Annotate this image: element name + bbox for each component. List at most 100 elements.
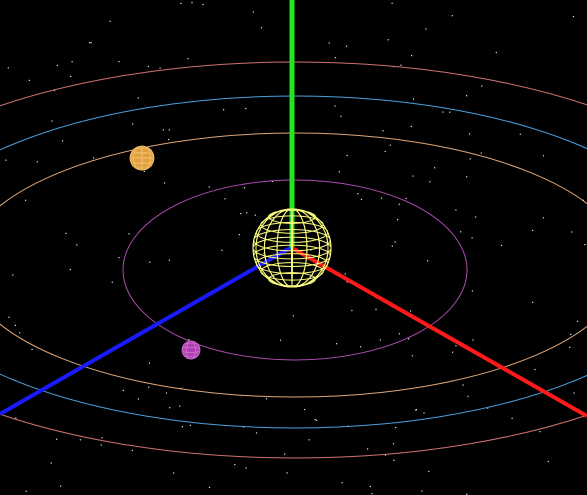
star xyxy=(246,212,248,214)
star xyxy=(60,485,62,487)
star xyxy=(467,395,469,397)
star xyxy=(56,438,58,440)
star xyxy=(346,154,348,157)
star xyxy=(208,186,210,188)
star xyxy=(5,159,7,161)
star xyxy=(181,426,183,428)
star xyxy=(79,439,81,441)
star xyxy=(76,244,78,246)
star xyxy=(421,490,423,492)
star xyxy=(455,345,457,347)
star xyxy=(118,61,120,63)
star xyxy=(252,11,254,13)
star xyxy=(573,392,575,394)
star xyxy=(442,111,444,113)
star xyxy=(400,64,402,66)
star xyxy=(389,144,391,146)
star xyxy=(542,155,545,157)
star xyxy=(71,61,73,63)
star xyxy=(475,216,477,218)
star xyxy=(245,467,247,469)
star xyxy=(547,460,549,463)
star xyxy=(168,129,170,131)
star xyxy=(571,231,573,233)
star xyxy=(471,290,473,292)
star xyxy=(180,2,182,4)
star xyxy=(25,199,27,201)
star xyxy=(224,198,226,200)
star xyxy=(208,486,211,488)
star xyxy=(254,214,256,216)
star xyxy=(62,140,64,142)
star xyxy=(109,20,111,22)
star xyxy=(234,464,236,466)
star xyxy=(345,45,348,47)
star xyxy=(429,181,431,183)
star xyxy=(367,448,369,450)
star xyxy=(428,470,430,473)
star xyxy=(341,482,343,484)
star xyxy=(397,219,399,221)
star xyxy=(50,462,52,464)
star xyxy=(452,351,454,353)
star xyxy=(69,268,71,271)
star xyxy=(147,65,149,67)
star xyxy=(137,398,139,400)
star xyxy=(118,257,120,259)
star xyxy=(434,167,436,169)
solar-system-scene[interactable] xyxy=(0,0,587,495)
star xyxy=(398,203,400,205)
star xyxy=(159,67,161,69)
purple-planet[interactable] xyxy=(181,340,201,360)
orange-planet[interactable] xyxy=(129,145,155,171)
star xyxy=(221,249,223,251)
star xyxy=(65,232,67,234)
star xyxy=(149,261,151,263)
star xyxy=(314,419,316,421)
star xyxy=(462,384,464,386)
star xyxy=(28,79,30,81)
star xyxy=(412,98,415,100)
star xyxy=(405,197,407,199)
star xyxy=(292,315,294,317)
star xyxy=(398,333,400,335)
star xyxy=(255,432,258,434)
star xyxy=(412,175,414,177)
star xyxy=(427,260,429,262)
star xyxy=(387,39,389,41)
star xyxy=(137,97,139,99)
star xyxy=(238,234,240,236)
3d-viewport[interactable] xyxy=(0,0,587,495)
star xyxy=(148,362,150,364)
star xyxy=(143,170,145,172)
star xyxy=(351,309,353,312)
star xyxy=(449,111,451,113)
star xyxy=(51,120,53,122)
star xyxy=(375,308,377,310)
star xyxy=(266,398,268,400)
star xyxy=(357,193,359,195)
star xyxy=(408,338,410,340)
star xyxy=(392,443,395,445)
star xyxy=(340,115,342,117)
star xyxy=(415,409,417,411)
star xyxy=(542,217,545,219)
sun-wireframe-sphere[interactable] xyxy=(252,208,332,288)
star xyxy=(411,55,413,57)
star xyxy=(128,233,130,235)
star xyxy=(100,444,102,446)
star xyxy=(511,417,513,419)
star xyxy=(460,231,462,233)
star xyxy=(382,130,384,132)
star xyxy=(495,51,497,54)
star xyxy=(532,301,534,303)
star xyxy=(410,125,412,127)
star xyxy=(188,339,190,341)
star xyxy=(471,237,473,239)
star xyxy=(369,485,371,488)
star xyxy=(36,161,38,163)
star xyxy=(111,281,113,283)
star xyxy=(245,107,247,110)
star xyxy=(189,424,191,426)
star xyxy=(393,459,395,461)
